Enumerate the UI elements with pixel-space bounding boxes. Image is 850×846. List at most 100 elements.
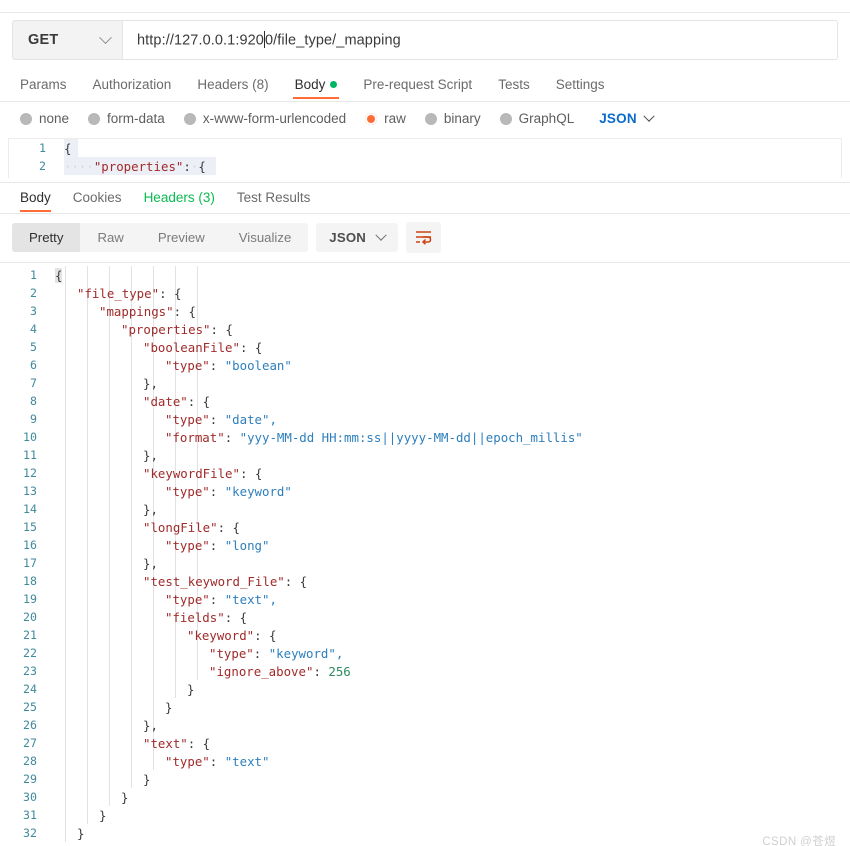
line-number: 30: [0, 790, 45, 804]
line-number: 22: [0, 646, 45, 660]
view-mode-raw[interactable]: Raw: [80, 223, 140, 252]
view-mode-pretty[interactable]: Pretty: [12, 223, 80, 252]
code-line: 17},: [0, 554, 850, 572]
code-line: 3"mappings": {: [0, 302, 850, 320]
code-line: 10"format": "yyy-MM-dd HH:mm:ss||yyyy-MM…: [0, 428, 850, 446]
code-token: "type": [165, 754, 210, 769]
line-number: 23: [0, 664, 45, 678]
tab-params[interactable]: Params: [12, 77, 80, 101]
line-number: 19: [0, 592, 45, 606]
http-method-select[interactable]: GET: [12, 20, 122, 60]
line-number: 7: [0, 376, 45, 390]
radio-icon: [184, 113, 196, 125]
chevron-down-icon: [643, 110, 654, 121]
code-token: "type": [209, 646, 254, 661]
body-type-radio-group: none form-data x-www-form-urlencoded raw…: [0, 102, 850, 134]
code-token: }: [187, 682, 194, 697]
code-text: "type": "date",: [155, 412, 277, 427]
code-token: },: [143, 556, 158, 571]
response-tab-test-results[interactable]: Test Results: [226, 190, 322, 213]
code-line: 24}: [0, 680, 850, 698]
text-caret: [264, 31, 265, 48]
code-line: 19"type": "text",: [0, 590, 850, 608]
response-tab-cookies[interactable]: Cookies: [62, 190, 133, 213]
code-token: ····: [64, 159, 94, 174]
body-type-none[interactable]: none: [20, 111, 69, 126]
code-line: 32}: [0, 824, 850, 842]
line-number: 20: [0, 610, 45, 624]
code-text: "type": "keyword": [155, 484, 292, 499]
tab-headers[interactable]: Headers (8): [184, 77, 281, 101]
body-type-binary[interactable]: binary: [425, 111, 481, 126]
code-token: "text": [225, 754, 270, 769]
body-type-graphql[interactable]: GraphQL: [500, 111, 575, 126]
code-line: 26},: [0, 716, 850, 734]
toolbar-divider: [0, 262, 850, 263]
response-tab-body[interactable]: Body: [12, 190, 62, 213]
code-text: "ignore_above": 256: [199, 664, 351, 679]
code-token: },: [143, 376, 158, 391]
view-mode-preview[interactable]: Preview: [141, 223, 222, 252]
line-number: 15: [0, 520, 45, 534]
raw-format-select[interactable]: JSON: [599, 111, 653, 126]
line-number: 17: [0, 556, 45, 570]
response-tab-headers[interactable]: Headers (3): [133, 190, 226, 213]
body-type-form-data[interactable]: form-data: [88, 111, 165, 126]
raw-format-label: JSON: [599, 111, 637, 126]
code-text: },: [133, 718, 158, 733]
code-text: "keywordFile": {: [133, 466, 262, 481]
request-url-input[interactable]: http://127.0.0.1:9200/file_type/_mapping: [122, 20, 838, 60]
code-text: "type": "boolean": [155, 358, 292, 373]
code-token: : {: [218, 520, 240, 535]
line-number: 21: [0, 628, 45, 642]
code-text: "fields": {: [155, 610, 247, 625]
code-token: : {: [211, 322, 233, 337]
line-number: 12: [0, 466, 45, 480]
code-line: 4"properties": {: [0, 320, 850, 338]
tab-authorization[interactable]: Authorization: [80, 77, 185, 101]
code-token: "format": [165, 430, 225, 445]
code-line: 9"type": "date",: [0, 410, 850, 428]
tab-body[interactable]: Body: [282, 77, 351, 101]
code-line: 8"date": {: [0, 392, 850, 410]
code-token: :: [225, 430, 240, 445]
code-token: {: [64, 141, 71, 156]
response-format-select[interactable]: JSON: [316, 223, 398, 252]
tab-settings[interactable]: Settings: [543, 77, 618, 101]
radio-icon: [425, 113, 437, 125]
line-number: 13: [0, 484, 45, 498]
code-text: },: [133, 448, 158, 463]
wrap-lines-button[interactable]: [406, 222, 441, 253]
view-mode-visualize[interactable]: Visualize: [222, 223, 309, 252]
response-body-viewer[interactable]: 1{2"file_type": {3"mappings": {4"propert…: [0, 266, 850, 842]
line-number: 11: [0, 448, 45, 462]
code-token: "type": [165, 358, 210, 373]
tab-pre-request-script[interactable]: Pre-request Script: [350, 77, 485, 101]
code-token: "date": [143, 394, 188, 409]
code-token: "keywordFile": [143, 466, 240, 481]
line-number: 25: [0, 700, 45, 714]
request-body-editor[interactable]: 1{2····"properties":·{: [8, 138, 842, 178]
code-token: "booleanFile": [143, 340, 240, 355]
code-line: 6"type": "boolean": [0, 356, 850, 374]
code-token: },: [143, 448, 158, 463]
code-line: 22"type": "keyword",: [0, 644, 850, 662]
code-token: :: [210, 484, 225, 499]
code-text: "file_type": {: [67, 286, 181, 301]
code-text: }: [155, 700, 172, 715]
code-token: "keyword",: [269, 646, 344, 661]
code-line: 30}: [0, 788, 850, 806]
body-type-raw[interactable]: raw: [365, 111, 406, 126]
code-token: "longFile": [143, 520, 218, 535]
code-token: {: [55, 268, 62, 283]
body-type-urlencoded[interactable]: x-www-form-urlencoded: [184, 111, 346, 126]
code-token: "long": [225, 538, 270, 553]
code-token: "properties": [94, 159, 184, 174]
code-token: :: [313, 664, 328, 679]
code-text: "properties": {: [111, 322, 233, 337]
tab-tests[interactable]: Tests: [485, 77, 543, 101]
code-token: }: [77, 826, 84, 841]
code-text: },: [133, 556, 158, 571]
code-token: : {: [240, 466, 262, 481]
code-token: :: [210, 754, 225, 769]
